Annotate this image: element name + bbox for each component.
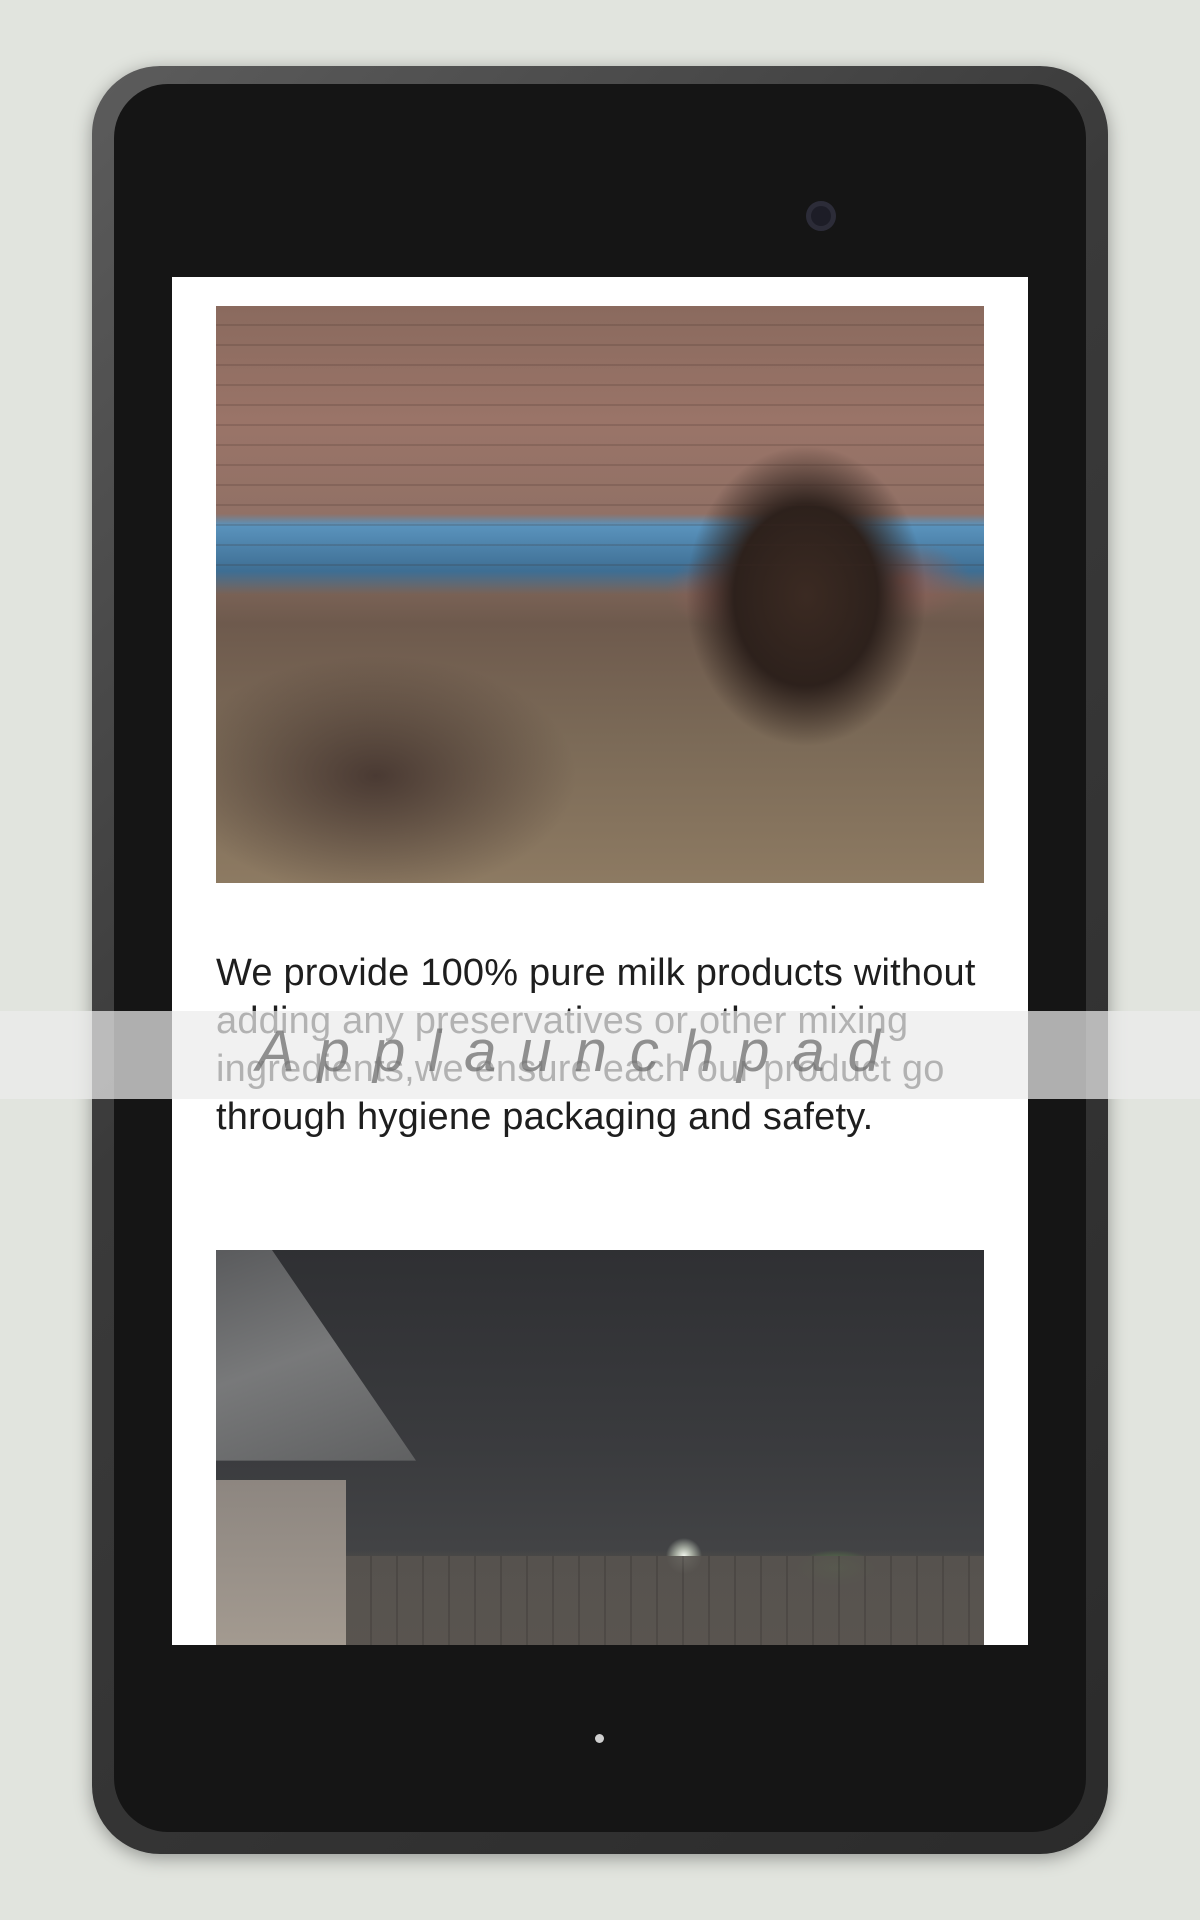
shed-building [216,1480,346,1645]
home-indicator-icon [595,1734,604,1743]
watermark-text: Applaunchpad [256,1019,903,1084]
brick-wall-texture [216,306,984,566]
calf-photo [216,306,984,883]
front-camera-icon [806,201,836,231]
screenshot-stage: We provide 100% pure milk products witho… [0,0,1200,1920]
brick-boundary-wall [346,1556,984,1645]
app-screen[interactable]: We provide 100% pure milk products witho… [172,277,1028,1645]
farm-night-photo [216,1250,984,1645]
